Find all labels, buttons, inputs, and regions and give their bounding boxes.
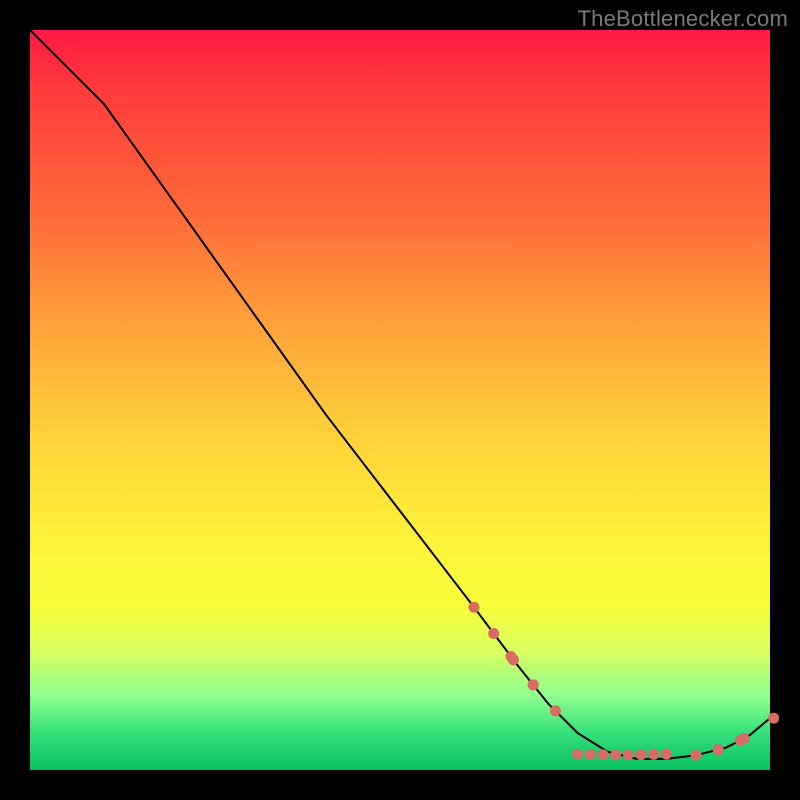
data-markers [469,602,780,761]
watermark-text: TheBottlenecker.com [578,6,788,32]
data-point-marker [469,602,480,613]
data-point-marker [661,749,672,760]
data-point-marker [623,750,634,761]
data-point-marker [739,733,750,744]
data-point-marker [572,749,583,760]
data-point-marker [550,705,561,716]
data-point-marker [691,750,702,761]
data-point-marker [585,749,596,760]
data-point-marker [598,749,609,760]
data-point-marker [506,651,517,662]
data-point-marker [488,628,499,639]
data-point-marker [648,749,659,760]
data-point-marker [636,749,647,760]
plot-area [30,30,770,770]
data-point-marker [610,750,621,761]
data-point-marker [768,713,779,724]
bottleneck-curve [30,30,770,759]
data-point-marker [713,744,724,755]
data-point-marker [528,679,539,690]
chart-stage: TheBottlenecker.com [0,0,800,800]
chart-svg [30,30,770,770]
